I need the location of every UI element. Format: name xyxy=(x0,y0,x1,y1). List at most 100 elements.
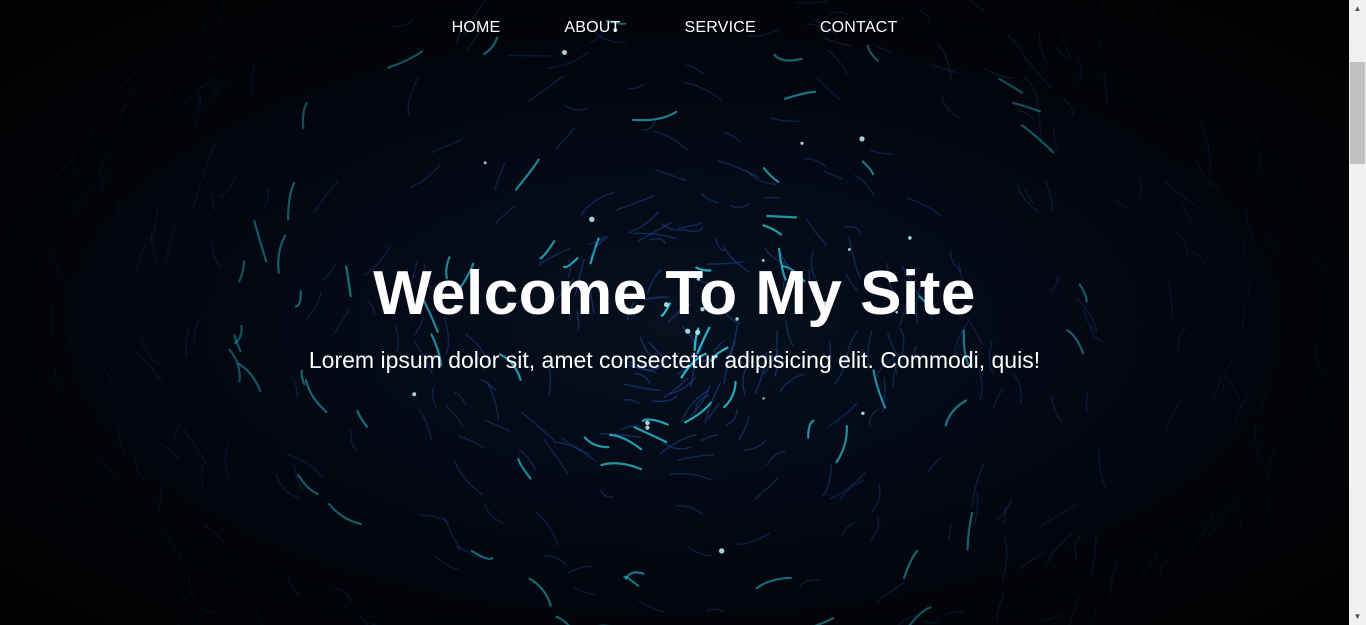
light-trail xyxy=(543,555,567,565)
light-trail xyxy=(773,53,803,62)
light-trail xyxy=(1018,110,1035,120)
nav-home-link[interactable]: HOME xyxy=(420,18,533,38)
light-trail xyxy=(199,604,216,614)
light-trail xyxy=(1075,55,1082,83)
light-trail xyxy=(704,381,722,424)
light-trail xyxy=(198,52,221,69)
light-trail xyxy=(520,411,556,442)
scroll-up-arrow-icon[interactable]: ▲ xyxy=(1349,0,1366,17)
light-trail xyxy=(682,81,722,101)
light-trail xyxy=(1225,375,1243,410)
light-trail xyxy=(723,380,737,409)
light-trail xyxy=(262,189,269,208)
light-sparkle xyxy=(483,161,487,165)
light-trail xyxy=(861,160,875,176)
light-trail xyxy=(1046,532,1073,564)
light-trail xyxy=(827,49,848,75)
light-trail xyxy=(211,80,227,100)
light-trail xyxy=(580,192,615,216)
light-trail xyxy=(110,202,120,224)
light-trail xyxy=(648,238,666,245)
light-trail xyxy=(724,132,741,143)
light-trail xyxy=(1245,208,1254,241)
light-trail xyxy=(1262,232,1276,252)
light-trail xyxy=(1068,596,1080,625)
scroll-thumb[interactable] xyxy=(1350,62,1365,164)
light-trail xyxy=(803,158,827,167)
light-trail xyxy=(52,157,75,185)
light-trail xyxy=(652,130,688,151)
light-trail xyxy=(192,183,202,209)
vertical-scrollbar[interactable]: ▲ ▼ xyxy=(1349,0,1366,625)
light-trail xyxy=(583,436,610,449)
light-trail xyxy=(1012,101,1041,113)
light-trail xyxy=(985,68,1014,79)
light-trail xyxy=(418,409,433,442)
light-trail xyxy=(1042,504,1078,526)
hero-title: Welcome To My Site xyxy=(373,259,976,328)
light-trail xyxy=(854,174,874,195)
light-trail xyxy=(1178,201,1192,224)
light-trail xyxy=(995,593,1005,622)
light-trail xyxy=(1253,127,1261,173)
light-trail xyxy=(1273,151,1294,178)
light-trail xyxy=(148,207,158,242)
light-trail xyxy=(555,616,570,625)
light-trail xyxy=(783,90,817,100)
light-trail xyxy=(574,586,595,595)
light-trail xyxy=(677,454,714,461)
light-trail xyxy=(816,78,841,101)
light-trail xyxy=(313,180,339,214)
light-trail xyxy=(762,167,780,183)
light-trail xyxy=(224,444,230,478)
light-trail xyxy=(941,95,961,119)
light-trail xyxy=(799,578,822,588)
light-sparkle xyxy=(645,420,650,426)
light-trail xyxy=(844,226,862,234)
light-trail xyxy=(434,555,460,571)
light-trail xyxy=(47,504,85,531)
light-trail xyxy=(535,511,559,546)
light-sparkle xyxy=(861,411,865,415)
light-trail xyxy=(684,401,713,424)
light-trail xyxy=(253,219,268,263)
light-trail xyxy=(1260,394,1268,411)
light-trail xyxy=(480,379,497,391)
light-trail xyxy=(350,429,358,451)
light-trail xyxy=(539,240,556,260)
light-trail xyxy=(545,51,588,69)
light-trail xyxy=(902,549,919,579)
light-trail xyxy=(1138,178,1143,199)
scroll-down-arrow-icon[interactable]: ▼ xyxy=(1349,608,1366,625)
light-trail xyxy=(305,379,328,413)
nav-contact-link[interactable]: CONTACT xyxy=(788,18,930,38)
light-trail xyxy=(1189,512,1214,552)
light-sparkle xyxy=(719,548,725,554)
light-trail xyxy=(200,463,204,492)
light-trail xyxy=(966,511,974,551)
nav-service-link[interactable]: SERVICE xyxy=(653,18,788,38)
light-trail xyxy=(567,565,592,574)
light-trail xyxy=(431,385,437,408)
light-trail xyxy=(822,464,833,497)
light-trail xyxy=(99,156,107,186)
light-trail xyxy=(287,181,296,221)
light-trail xyxy=(993,389,1003,409)
light-trail xyxy=(686,64,705,75)
light-trail xyxy=(1109,560,1120,598)
light-trail xyxy=(945,611,965,616)
light-trail xyxy=(866,44,879,62)
light-trail xyxy=(1062,98,1075,117)
light-trail xyxy=(453,461,483,495)
light-trail xyxy=(828,402,858,428)
light-sparkle xyxy=(800,141,804,145)
light-trail xyxy=(770,117,801,122)
light-trail xyxy=(250,64,256,98)
light-trail xyxy=(715,237,726,252)
nav-about-link[interactable]: ABOUT xyxy=(532,18,652,38)
light-trail xyxy=(1090,532,1097,577)
light-trail xyxy=(454,391,467,405)
light-trail xyxy=(1102,71,1108,105)
light-trail xyxy=(835,425,849,464)
light-trail xyxy=(555,128,576,151)
